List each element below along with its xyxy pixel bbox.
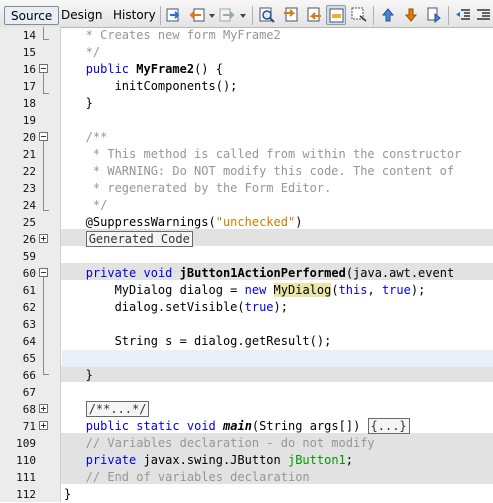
code-line: @SuppressWarnings("unchecked") (64, 215, 303, 229)
line-number: 17 (22, 80, 36, 93)
collapse-fold-icon[interactable] (39, 132, 48, 141)
line-number: 71 (22, 420, 36, 433)
code-line: MyDialog dialog = new MyDialog(this, tru… (64, 283, 426, 297)
line-number: 65 (22, 352, 36, 365)
line-number: 112 (16, 488, 36, 501)
line-number: 20 (22, 131, 36, 144)
code-line: } (64, 487, 72, 501)
expand-fold-icon[interactable] (39, 404, 48, 413)
line-number: 62 (22, 301, 36, 314)
line-number: 21 (22, 148, 36, 161)
code-line: */ (64, 45, 101, 59)
line-number: 22 (22, 165, 36, 178)
line-number: 110 (16, 454, 36, 467)
code-line: private javax.swing.JButton jButton1; (85, 453, 354, 467)
code-line: // End of variables declaration (64, 470, 310, 484)
line-number: 19 (22, 114, 36, 127)
toggle-highlight-icon[interactable] (326, 5, 346, 25)
back-dropdown-icon[interactable] (209, 14, 215, 18)
collapse-fold-icon[interactable] (39, 64, 48, 73)
line-number: 68 (22, 403, 36, 416)
line-number: 64 (22, 335, 36, 348)
code-line: Generated Code (64, 231, 193, 248)
toggle-bookmark-icon[interactable] (424, 5, 444, 25)
code-line: * regenerated by the Form Editor. (64, 181, 332, 195)
tab-source[interactable]: Source (4, 6, 60, 25)
line-number: 24 (22, 199, 36, 212)
code-line: * Creates new form MyFrame2 (64, 28, 281, 42)
line-number: 15 (22, 46, 36, 59)
generated-code-fold[interactable]: Generated Code (85, 231, 193, 247)
tab-design[interactable]: Design (55, 6, 108, 25)
code-editor[interactable]: 14 15 16 17 18 19 20 21 22 23 24 25 26 5… (0, 27, 493, 502)
forward-icon[interactable] (217, 5, 237, 25)
next-bookmark-icon[interactable] (401, 5, 421, 25)
line-number: 18 (22, 97, 36, 110)
code-line: // Variables declaration - do not modify (64, 436, 375, 450)
find-previous-icon[interactable] (281, 5, 301, 25)
line-number: 63 (22, 318, 36, 331)
expand-fold-icon[interactable] (39, 421, 48, 430)
code-line: * This method is called from within the … (64, 147, 462, 161)
code-line: * WARNING: Do NOT modify this code. The … (64, 164, 455, 178)
line-number: 26 (22, 233, 36, 246)
code-line: } (64, 368, 93, 382)
forward-dropdown-icon[interactable] (240, 14, 246, 18)
shift-right-icon[interactable] (474, 5, 493, 25)
javadoc-fold[interactable]: /**...*/ (85, 401, 150, 417)
line-number: 111 (16, 471, 36, 484)
line-number: 23 (22, 182, 36, 195)
code-line: initComponents(); (64, 79, 238, 93)
code-line: } (64, 96, 93, 110)
code-line: */ (64, 198, 108, 212)
line-number: 59 (22, 250, 36, 263)
tab-history[interactable]: History (107, 6, 162, 25)
line-number: 60 (22, 267, 36, 280)
collapse-fold-icon[interactable] (39, 268, 48, 277)
code-line: /**...*/ (64, 401, 150, 418)
code-line: String s = dialog.getResult(); (64, 334, 332, 348)
line-number: 61 (22, 284, 36, 297)
expand-fold-icon[interactable] (39, 234, 48, 243)
line-number: 14 (22, 29, 36, 42)
code-line: public MyFrame2() { (85, 62, 223, 76)
find-icon[interactable] (257, 5, 277, 25)
line-number: 109 (16, 437, 36, 450)
guarded-block (61, 365, 493, 382)
editor-toolbar: Source Design History (0, 0, 493, 28)
code-line: public static void main(String args[]) {… (64, 418, 410, 435)
previous-bookmark-icon[interactable] (378, 5, 398, 25)
last-edit-icon[interactable] (164, 5, 184, 25)
code-line: private void jButton1ActionPerformed(jav… (85, 266, 455, 280)
code-line: /** (64, 130, 108, 144)
toggle-rect-select-icon[interactable] (349, 5, 369, 25)
line-number: 67 (22, 386, 36, 399)
line-number: 66 (22, 369, 36, 382)
line-number: 16 (22, 63, 36, 76)
shift-left-icon[interactable] (453, 5, 473, 25)
code-line: dialog.setVisible(true); (64, 300, 288, 314)
line-number: 25 (22, 216, 36, 229)
find-next-icon[interactable] (304, 5, 324, 25)
back-icon[interactable] (187, 5, 207, 25)
method-body-fold[interactable]: {...} (367, 418, 410, 434)
code-line-current (62, 350, 493, 367)
